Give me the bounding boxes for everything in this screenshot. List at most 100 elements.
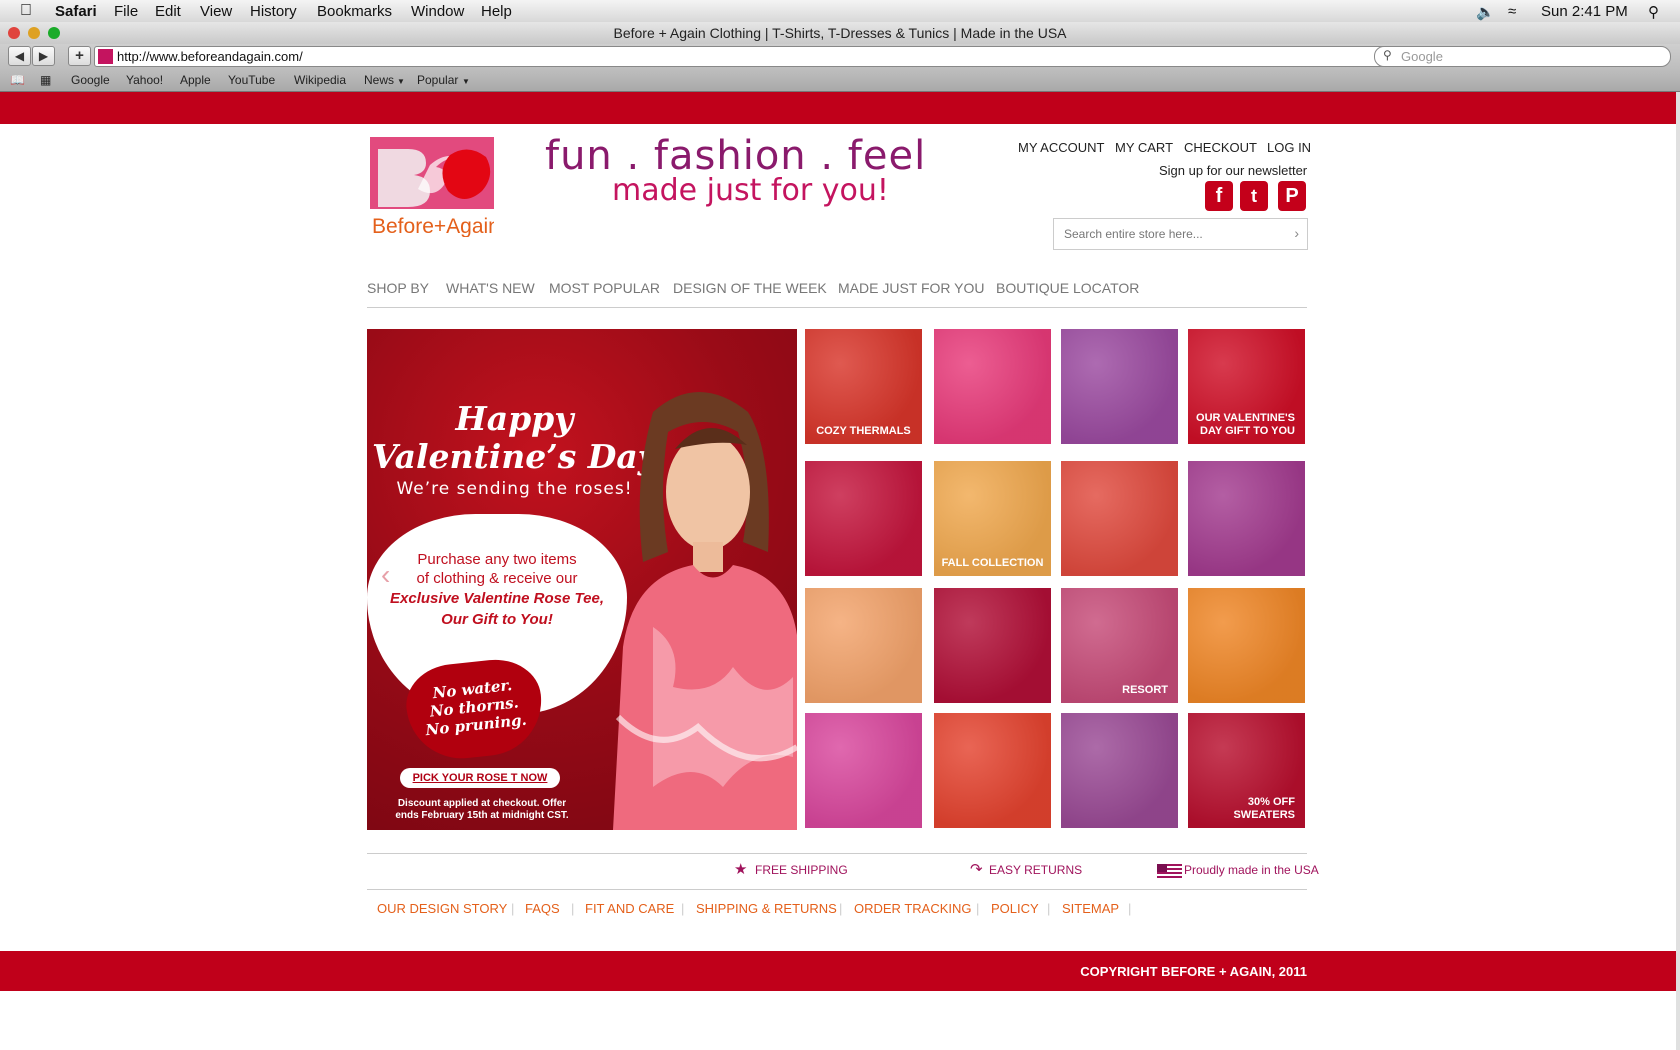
address-bar[interactable]: http://www.beforeandagain.com/ ↻ xyxy=(94,46,1394,67)
login-link[interactable]: LOG IN xyxy=(1267,140,1311,155)
close-window-button[interactable] xyxy=(8,27,20,39)
my-cart-link[interactable]: MY CART xyxy=(1115,140,1173,155)
category-tile[interactable] xyxy=(1188,588,1305,703)
spotlight-icon[interactable]: ⚲ xyxy=(1648,3,1659,21)
pinterest-icon[interactable]: P xyxy=(1278,181,1306,211)
category-tile[interactable]: 30% OFF SWEATERS xyxy=(1188,713,1305,828)
footer-design-story[interactable]: OUR DESIGN STORY xyxy=(377,901,507,916)
bookmark-apple[interactable]: Apple xyxy=(180,73,211,87)
apple-icon[interactable]:  xyxy=(20,2,32,20)
window-titlebar: Before + Again Clothing | T-Shirts, T-Dr… xyxy=(0,22,1680,44)
checkout-link[interactable]: CHECKOUT xyxy=(1184,140,1257,155)
news-chevron-down-icon: ▼ xyxy=(397,77,405,86)
twitter-icon[interactable]: t xyxy=(1240,181,1268,211)
footer-fit-and-care[interactable]: FIT AND CARE xyxy=(585,901,674,916)
category-tile[interactable] xyxy=(1061,329,1178,444)
bookmark-yahoo[interactable]: Yahoo! xyxy=(126,73,163,87)
bookmark-youtube[interactable]: YouTube xyxy=(228,73,275,87)
carousel-prev-icon[interactable]: ‹ xyxy=(381,559,390,591)
menu-file[interactable]: File xyxy=(114,3,138,20)
menu-bookmarks[interactable]: Bookmarks xyxy=(317,3,392,20)
category-tile[interactable] xyxy=(805,588,922,703)
menu-view[interactable]: View xyxy=(200,3,232,20)
nav-shop-by[interactable]: SHOP BY xyxy=(367,280,429,296)
category-tile[interactable]: OUR VALENTINE'S DAY GIFT TO YOU xyxy=(1188,329,1305,444)
category-tile[interactable] xyxy=(934,588,1051,703)
search-icon: ⚲ xyxy=(1383,48,1392,62)
footer-sitemap[interactable]: SITEMAP xyxy=(1062,901,1119,916)
menu-help[interactable]: Help xyxy=(481,3,512,20)
nav-boutique-locator[interactable]: BOUTIQUE LOCATOR xyxy=(996,280,1139,296)
facebook-icon[interactable]: f xyxy=(1205,181,1233,211)
category-tile[interactable] xyxy=(1061,713,1178,828)
nav-whats-new[interactable]: WHAT'S NEW xyxy=(446,280,535,296)
menu-edit[interactable]: Edit xyxy=(155,3,181,20)
nav-design-of-the-week[interactable]: DESIGN OF THE WEEK xyxy=(673,280,827,296)
bookmark-popular[interactable]: Popular xyxy=(417,73,458,87)
bookmark-google[interactable]: Google xyxy=(71,73,110,87)
category-tile[interactable] xyxy=(934,329,1051,444)
category-tile[interactable]: FALL COLLECTION xyxy=(934,461,1051,576)
free-shipping-link[interactable]: FREE SHIPPING xyxy=(755,863,848,877)
search-submit-chevron-icon[interactable]: › xyxy=(1294,225,1299,241)
category-tile[interactable]: RESORT xyxy=(1061,588,1178,703)
fine-print-line1: Discount applied at checkout. Offer xyxy=(397,798,567,809)
category-tile[interactable] xyxy=(805,461,922,576)
minimize-window-button[interactable] xyxy=(28,27,40,39)
menu-history[interactable]: History xyxy=(250,3,297,20)
us-flag-icon xyxy=(1157,864,1182,879)
model-photo xyxy=(613,387,797,830)
store-search-placeholder: Search entire store here... xyxy=(1064,227,1203,241)
category-tile-label: RESORT xyxy=(1122,684,1168,696)
easy-returns-link[interactable]: EASY RETURNS xyxy=(989,863,1082,877)
features-top-divider xyxy=(367,853,1307,854)
footer-faqs[interactable]: FAQS xyxy=(525,901,560,916)
favicon-icon xyxy=(98,49,113,64)
site-logo[interactable]: Before+Again xyxy=(370,137,500,238)
category-tile-label: OUR VALENTINE'S DAY GIFT TO YOU xyxy=(1196,412,1295,437)
copyright-text: COPYRIGHT BEFORE + AGAIN, 2011 xyxy=(1080,964,1307,979)
scrollbar[interactable] xyxy=(1676,92,1680,1050)
top-brand-strip xyxy=(0,92,1676,124)
volume-icon[interactable]: 🔈 xyxy=(1476,3,1495,21)
url-text: http://www.beforeandagain.com/ xyxy=(117,49,303,64)
menu-clock[interactable]: Sun 2:41 PM xyxy=(1541,3,1628,20)
nav-divider xyxy=(367,307,1307,308)
add-bookmark-button[interactable]: + xyxy=(68,46,91,66)
made-in-usa-link[interactable]: Proudly made in the USA xyxy=(1184,863,1319,877)
pick-rose-tee-button[interactable]: PICK YOUR ROSE T NOW xyxy=(400,768,560,788)
footer-order-tracking[interactable]: ORDER TRACKING xyxy=(854,901,972,916)
footer-separator: | xyxy=(681,901,685,916)
fine-print-line2: ends February 15th at midnight CST. xyxy=(395,810,569,821)
wifi-icon[interactable]: ≈ xyxy=(1508,3,1516,20)
zoom-window-button[interactable] xyxy=(48,27,60,39)
category-tile[interactable] xyxy=(1188,461,1305,576)
nav-most-popular[interactable]: MOST POPULAR xyxy=(549,280,660,296)
forward-button[interactable]: ▶ xyxy=(32,46,55,66)
top-sites-icon[interactable]: ▦ xyxy=(40,73,51,87)
category-tile[interactable] xyxy=(805,713,922,828)
category-tile-label: FALL COLLECTION xyxy=(941,557,1044,569)
menu-app-name[interactable]: Safari xyxy=(55,3,97,20)
tagline-secondary: made just for you! xyxy=(612,173,889,208)
footer-separator: | xyxy=(1128,901,1132,916)
category-tile[interactable] xyxy=(934,713,1051,828)
browser-search-field[interactable]: ⚲ Google xyxy=(1374,46,1671,67)
back-button[interactable]: ◀ xyxy=(8,46,31,66)
star-icon: ★ xyxy=(734,861,748,878)
nav-made-just-for-you[interactable]: MADE JUST FOR YOU xyxy=(838,280,985,296)
footer-policy[interactable]: POLICY xyxy=(991,901,1039,916)
my-account-link[interactable]: MY ACCOUNT xyxy=(1018,140,1104,155)
store-search-input[interactable]: Search entire store here... › xyxy=(1053,218,1308,250)
reading-list-icon[interactable]: 📖 xyxy=(10,73,25,87)
category-tile[interactable] xyxy=(1061,461,1178,576)
offer-line4: Our Gift to You! xyxy=(441,611,553,628)
newsletter-link[interactable]: Sign up for our newsletter xyxy=(1159,163,1307,178)
category-tile[interactable]: COZY THERMALS xyxy=(805,329,922,444)
bookmark-wikipedia[interactable]: Wikipedia xyxy=(294,73,346,87)
hero-banner[interactable]: Happy Valentine’s Day We’re sending the … xyxy=(367,329,797,830)
offer-line3: Exclusive Valentine Rose Tee, xyxy=(390,590,604,607)
footer-shipping-returns[interactable]: SHIPPING & RETURNS xyxy=(696,901,837,916)
menu-window[interactable]: Window xyxy=(411,3,464,20)
bookmark-news[interactable]: News xyxy=(364,73,394,87)
